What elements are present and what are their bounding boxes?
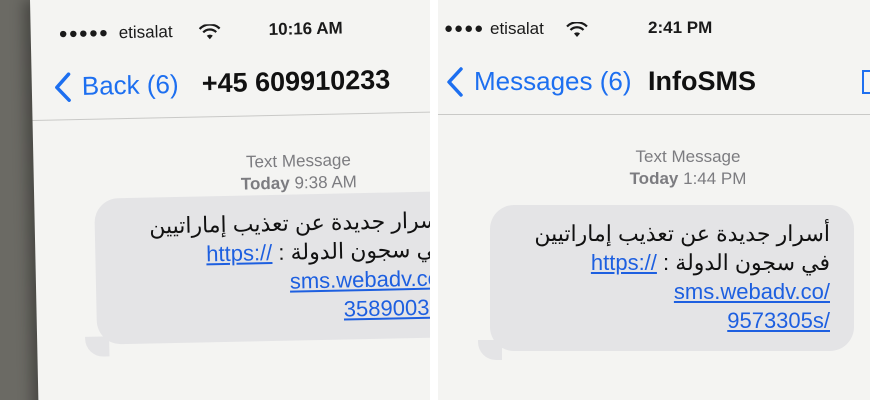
status-bar: ●●●● etisalat 2:41 PM xyxy=(438,14,870,44)
message-bubble: أسرار جديدة عن تعذيب إماراتيين في سجون ا… xyxy=(94,190,430,345)
messages-back-button[interactable]: Messages (6) xyxy=(446,66,632,97)
message-line-2-text: في سجون الدولة : xyxy=(663,250,830,275)
message-line-2-text: في سجون الدولة : xyxy=(278,236,430,265)
message-date: Today 1:44 PM xyxy=(608,168,768,190)
status-time: 2:41 PM xyxy=(648,18,713,37)
message-link-part-2[interactable]: sms.webadv.co/ xyxy=(290,263,430,295)
status-time: 10:16 AM xyxy=(268,18,343,40)
message-date-day: Today xyxy=(629,169,679,188)
message-link-part-3[interactable]: 9573305s/ xyxy=(727,306,830,335)
status-bar: ●●●●● etisalat 10:16 AM xyxy=(30,13,430,52)
message-line-2: في سجون الدولة : https:// xyxy=(514,248,830,277)
message-line-1: أسرار جديدة عن تعذيب إماراتيين xyxy=(534,221,830,246)
panel-divider xyxy=(430,0,438,400)
details-icon[interactable] xyxy=(862,70,870,94)
bubble-tail xyxy=(85,336,110,357)
wifi-icon xyxy=(566,22,588,37)
signal-dots-icon: ●●●● xyxy=(444,20,485,37)
chevron-left-icon xyxy=(55,71,71,102)
contact-title[interactable]: InfoSMS xyxy=(648,66,756,97)
message-date: Today 9:38 AM xyxy=(229,171,369,196)
carrier-name: etisalat xyxy=(490,19,544,38)
back-button[interactable]: Back (6) xyxy=(54,69,179,103)
message-link-part-1[interactable]: https:// xyxy=(591,248,657,277)
conversation-nav-bar: Messages (6) InfoSMS xyxy=(438,56,870,115)
message-date-time: 9:38 AM xyxy=(294,172,358,193)
message-date-day: Today xyxy=(240,173,290,194)
contact-title[interactable]: +45 609910233 xyxy=(201,64,390,99)
message-date-time: 1:44 PM xyxy=(683,169,747,188)
message-timestamp-header: Text Message Today 1:44 PM xyxy=(608,146,768,190)
chevron-left-icon xyxy=(447,66,463,97)
right-phone-screen: ●●●● etisalat 2:41 PM Messages (6) InfoS… xyxy=(438,0,870,400)
message-link-part-3[interactable]: 3589003s/ xyxy=(343,292,430,323)
message-link-part-2[interactable]: sms.webadv.co/ xyxy=(674,277,830,306)
conversation-nav-bar: Back (6) +45 609910233 xyxy=(31,53,430,121)
message-timestamp-header: Text Message Today 9:38 AM xyxy=(228,149,369,196)
signal-dots-icon: ●●●●● xyxy=(58,24,110,43)
message-link-part-1[interactable]: https:// xyxy=(206,238,273,268)
bubble-tail xyxy=(478,340,502,360)
message-bubble: أسرار جديدة عن تعذيب إماراتيين في سجون ا… xyxy=(490,205,854,351)
left-screenshot-panel: ●●●●● etisalat 10:16 AM Back (6) +45 609… xyxy=(0,0,430,400)
back-button-label: Messages (6) xyxy=(474,66,632,96)
carrier-name: etisalat xyxy=(118,22,173,43)
back-button-label: Back (6) xyxy=(81,68,179,101)
message-type-label: Text Message xyxy=(245,150,352,172)
right-screenshot-panel: ●●●● etisalat 2:41 PM Messages (6) InfoS… xyxy=(438,0,870,400)
wifi-icon xyxy=(198,24,221,40)
left-phone-screen: ●●●●● etisalat 10:16 AM Back (6) +45 609… xyxy=(30,0,430,400)
message-type-label: Text Message xyxy=(635,147,741,166)
